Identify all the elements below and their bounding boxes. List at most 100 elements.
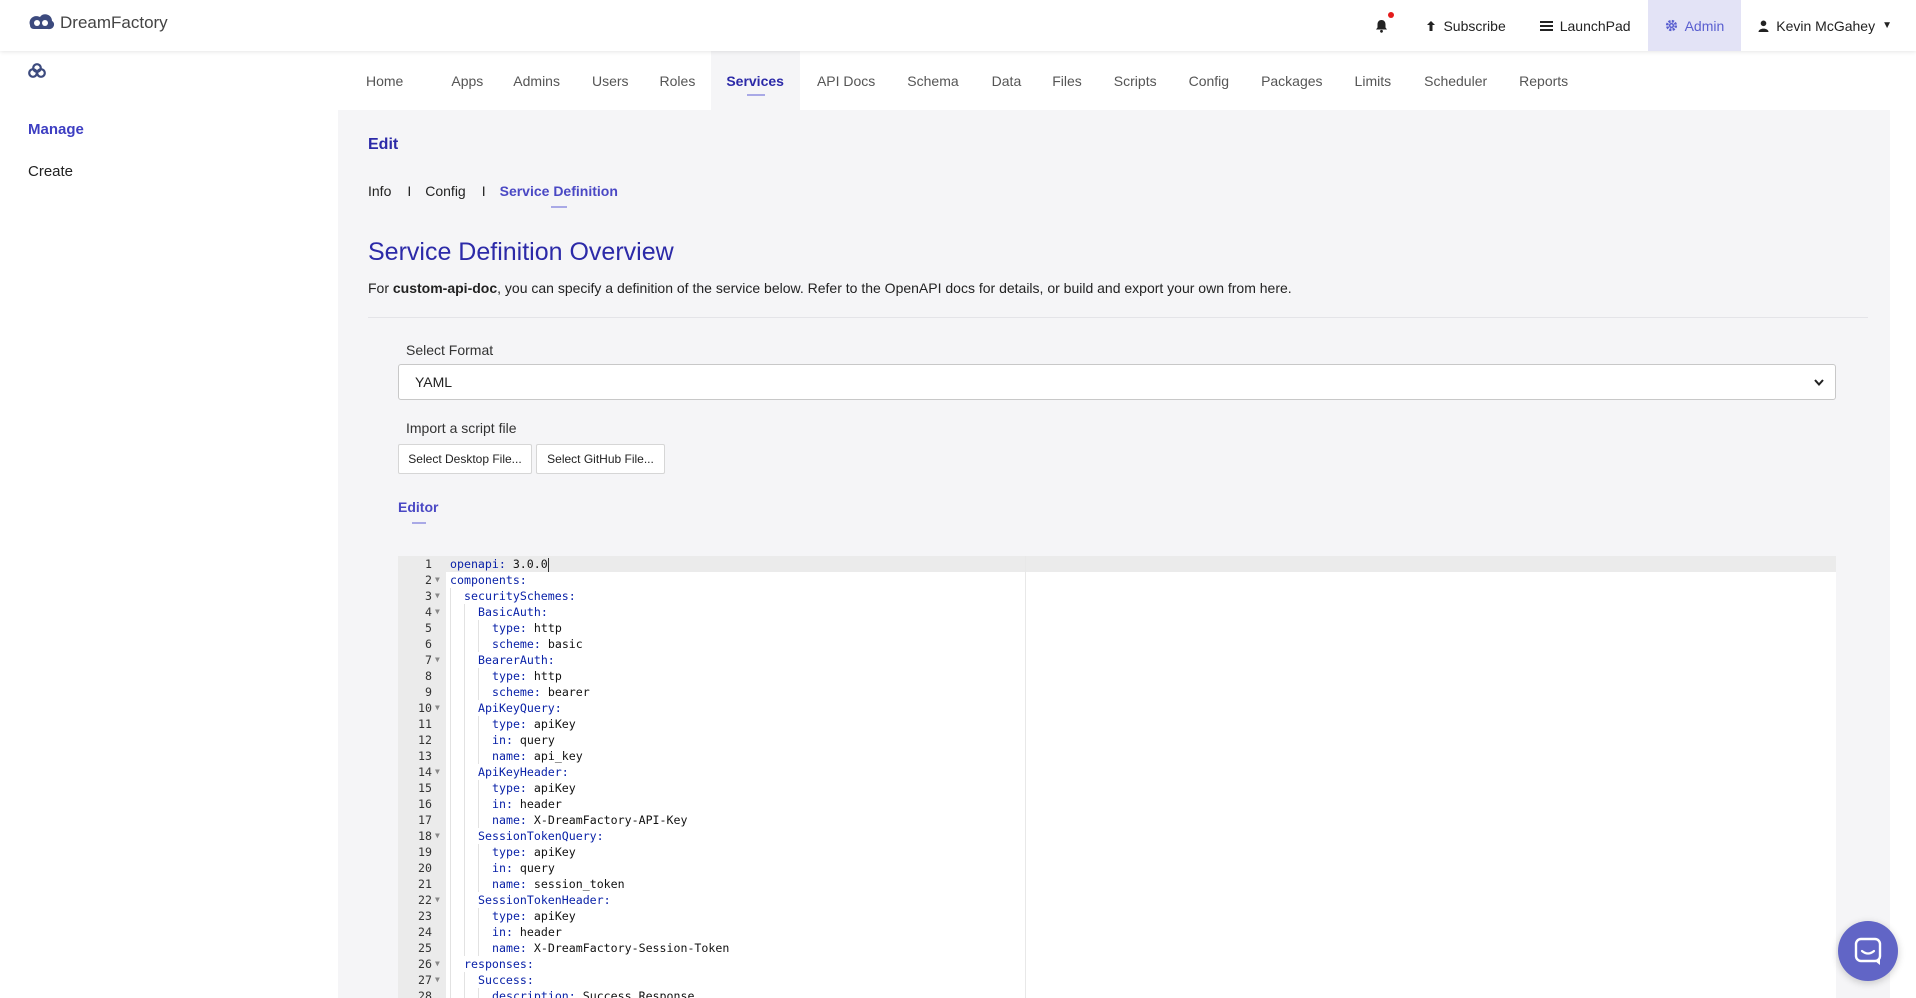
editor-line[interactable]: 4 ▼ BasicAuth:	[398, 604, 1836, 620]
fold-arrow-icon[interactable]: ▼	[435, 892, 440, 908]
tab-scheduler[interactable]: Scheduler	[1407, 51, 1503, 110]
editor-line[interactable]: 6 scheme: basic	[398, 636, 1836, 652]
editor-line[interactable]: 28 description: Success Response	[398, 988, 1836, 998]
editor-line[interactable]: 5 type: http	[398, 620, 1836, 636]
editor-line[interactable]: 11 type: apiKey	[398, 716, 1836, 732]
tab-admins[interactable]: Admins	[499, 51, 576, 110]
indent-guide	[478, 908, 492, 924]
format-select[interactable]: YAML	[398, 364, 1836, 400]
indent-guide	[450, 684, 464, 700]
indent-guide	[478, 636, 492, 652]
chat-button[interactable]	[1838, 921, 1898, 981]
tab-home[interactable]: Home	[349, 51, 421, 110]
tab-data[interactable]: Data	[975, 51, 1038, 110]
tab-files[interactable]: Files	[1037, 51, 1098, 110]
fold-arrow-icon[interactable]: ▼	[435, 588, 440, 604]
indent-guide	[478, 796, 492, 812]
tab-api-docs[interactable]: API Docs	[800, 51, 891, 110]
editor-line[interactable]: 22 ▼ SessionTokenHeader:	[398, 892, 1836, 908]
select-desktop-file-button[interactable]: Select Desktop File...	[398, 444, 532, 474]
fold-arrow-icon[interactable]: ▼	[435, 572, 440, 588]
editor-line[interactable]: 7 ▼ BearerAuth:	[398, 652, 1836, 668]
editor-line[interactable]: 3 ▼ securitySchemes:	[398, 588, 1836, 604]
line-number: 17	[418, 813, 432, 827]
editor-line[interactable]: 18 ▼ SessionTokenQuery:	[398, 828, 1836, 844]
editor-line[interactable]: 2 ▼ components:	[398, 572, 1836, 588]
tab-reports[interactable]: Reports	[1503, 51, 1584, 110]
fold-arrow-icon[interactable]: ▼	[435, 972, 440, 988]
sidebar-item-create[interactable]: Create	[28, 163, 73, 180]
code-editor[interactable]: 1 openapi: 3.0.0 2 ▼ components: 3 ▼ securitySc…	[398, 556, 1836, 998]
editor-line[interactable]: 9 scheme: bearer	[398, 684, 1836, 700]
editor-line[interactable]: 27 ▼ Success:	[398, 972, 1836, 988]
subtab-config[interactable]: Config	[425, 183, 465, 199]
launchpad-link[interactable]: LaunchPad	[1523, 0, 1648, 51]
indent-guide	[478, 940, 492, 956]
text-cursor	[547, 557, 549, 572]
indent-guide	[450, 988, 464, 998]
editor-line[interactable]: 17 name: X-DreamFactory-API-Key	[398, 812, 1836, 828]
editor-line[interactable]: 24 in: header	[398, 924, 1836, 940]
notifications-button[interactable]	[1355, 0, 1409, 51]
yaml-key: in:	[492, 797, 513, 811]
editor-line[interactable]: 26 ▼ responses:	[398, 956, 1836, 972]
brand[interactable]: DreamFactory	[26, 11, 168, 35]
fold-arrow-icon[interactable]: ▼	[435, 604, 440, 620]
fold-arrow-icon[interactable]: ▼	[435, 652, 440, 668]
indent-guide	[478, 924, 492, 940]
indent-guide	[450, 812, 464, 828]
editor-line[interactable]: 13 name: api_key	[398, 748, 1836, 764]
editor-line[interactable]: 8 type: http	[398, 668, 1836, 684]
yaml-key: name:	[492, 941, 527, 955]
fold-arrow-icon[interactable]: ▼	[435, 764, 440, 780]
tab-schema[interactable]: Schema	[891, 51, 974, 110]
indent-guide	[450, 924, 464, 940]
yaml-key: description:	[492, 989, 576, 998]
user-menu[interactable]: Kevin McGahey ▼	[1741, 0, 1916, 51]
indent-guide	[478, 780, 492, 796]
yaml-value: query	[512, 733, 555, 747]
indent-guide	[450, 668, 464, 684]
editor-line[interactable]: 20 in: query	[398, 860, 1836, 876]
tab-packages[interactable]: Packages	[1245, 51, 1338, 110]
tab-users[interactable]: Users	[576, 51, 645, 110]
tab-limits[interactable]: Limits	[1339, 51, 1408, 110]
sidebar-item-manage[interactable]: Manage	[28, 121, 84, 138]
caret-down-icon: ▼	[1882, 20, 1892, 31]
editor-line[interactable]: 25 name: X-DreamFactory-Session-Token	[398, 940, 1836, 956]
editor-line[interactable]: 21 name: session_token	[398, 876, 1836, 892]
subtab-info[interactable]: Info	[368, 183, 391, 199]
code-text: type: apiKey	[450, 780, 576, 796]
fold-arrow-icon[interactable]: ▼	[435, 700, 440, 716]
select-github-file-button[interactable]: Select GitHub File...	[536, 444, 665, 474]
tab-roles[interactable]: Roles	[645, 51, 712, 110]
code-text: type: apiKey	[450, 844, 576, 860]
editor-line[interactable]: 12 in: query	[398, 732, 1836, 748]
line-number: 14	[418, 765, 432, 779]
subscribe-link[interactable]: Subscribe	[1409, 0, 1522, 51]
tab-config[interactable]: Config	[1173, 51, 1245, 110]
editor-line[interactable]: 15 type: apiKey	[398, 780, 1836, 796]
tab-scripts[interactable]: Scripts	[1098, 51, 1173, 110]
admin-link[interactable]: Admin	[1647, 0, 1742, 51]
indent-guide	[478, 844, 492, 860]
indent-guide	[464, 636, 478, 652]
indent-guide	[450, 796, 464, 812]
line-number: 2	[425, 573, 432, 587]
subtab-service-definition[interactable]: Service Definition	[500, 183, 618, 208]
fold-arrow-icon[interactable]: ▼	[435, 956, 440, 972]
fold-arrow-icon[interactable]: ▼	[435, 828, 440, 844]
indent-guide	[450, 892, 464, 908]
editor-line[interactable]: 14 ▼ ApiKeyHeader:	[398, 764, 1836, 780]
editor-line[interactable]: 23 type: apiKey	[398, 908, 1836, 924]
editor-tab[interactable]: Editor	[398, 499, 438, 524]
editor-line[interactable]: 10 ▼ ApiKeyQuery:	[398, 700, 1836, 716]
bell-icon	[1376, 19, 1388, 33]
editor-line[interactable]: 1 openapi: 3.0.0	[398, 556, 1836, 572]
code-text: name: X-DreamFactory-Session-Token	[450, 940, 729, 956]
editor-line[interactable]: 16 in: header	[398, 796, 1836, 812]
tab-services[interactable]: Services	[711, 51, 800, 110]
indent-guide	[464, 908, 478, 924]
editor-line[interactable]: 19 type: apiKey	[398, 844, 1836, 860]
tab-apps[interactable]: Apps	[421, 51, 499, 110]
